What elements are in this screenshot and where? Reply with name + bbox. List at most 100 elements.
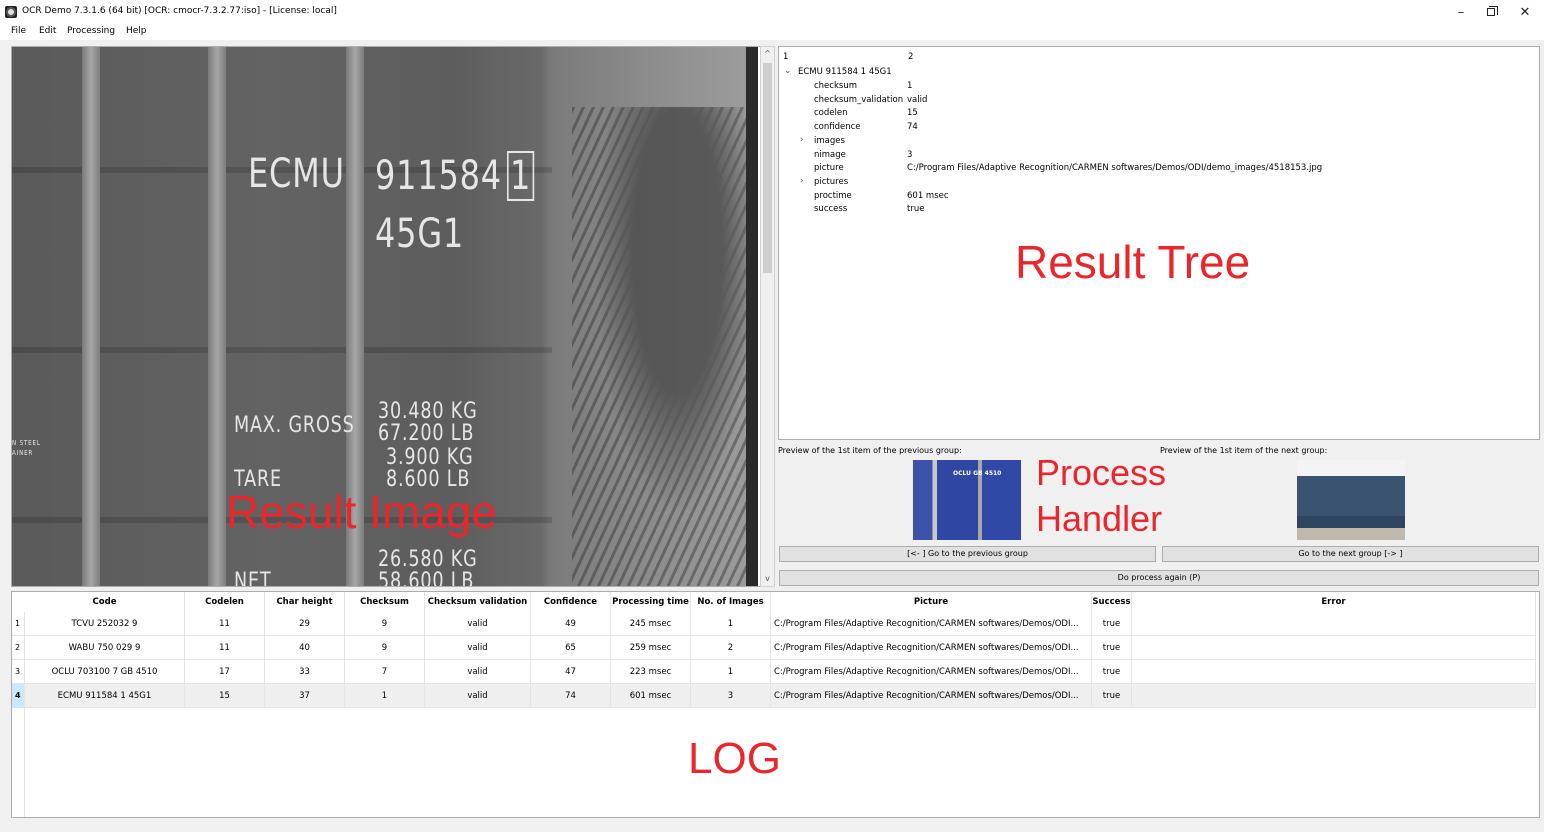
tree-root-node[interactable]: ⌄ ECMU 911584 1 45G1 bbox=[779, 66, 1539, 80]
table-row[interactable]: 3 OCLU 703100 7 GB 4510 17 33 7 valid 47 223 ms… bbox=[12, 660, 1536, 684]
tree-node-codelen[interactable]: codelen 15 bbox=[779, 108, 1539, 121]
column-header-success[interactable]: Success bbox=[1092, 592, 1132, 612]
tree-node-key: checksum bbox=[814, 81, 857, 91]
menu-edit[interactable]: Edit bbox=[39, 26, 56, 36]
row-number[interactable]: 3 bbox=[12, 660, 25, 684]
tree-node-value: valid bbox=[907, 94, 928, 105]
prev-group-thumbnail[interactable]: OCLU GB 4510 bbox=[913, 460, 1021, 540]
cell-processing-time: 223 msec bbox=[611, 660, 691, 684]
menu-processing[interactable]: Processing bbox=[67, 26, 115, 36]
tree-node-key: codelen bbox=[814, 108, 848, 119]
minimize-button[interactable]: – bbox=[1446, 2, 1476, 22]
column-header-confidence[interactable]: Confidence bbox=[531, 592, 611, 612]
cell-checksum-validation: valid bbox=[425, 684, 531, 708]
result-image-panel[interactable]: ECMU 911584 1 45G1 MAX. GROSS 30.480 KG 6… bbox=[11, 46, 775, 587]
tree-node-value: true bbox=[907, 204, 925, 215]
restore-button[interactable] bbox=[1476, 2, 1506, 22]
image-divider bbox=[746, 47, 758, 586]
log-table-header: Code Codelen Char height Checksum Checksum v… bbox=[12, 592, 1539, 612]
window-title: OCR Demo 7.3.1.6 (64 bit) [OCR: cmocr-7.… bbox=[22, 6, 337, 16]
expand-chevron-icon[interactable]: › bbox=[800, 135, 804, 145]
scroll-up-arrow[interactable]: ^ bbox=[761, 48, 774, 60]
menu-help[interactable]: Help bbox=[126, 26, 147, 36]
scroll-down-arrow[interactable]: v bbox=[761, 573, 774, 585]
tree-node-proctime[interactable]: proctime 601 msec bbox=[779, 191, 1539, 204]
tree-node-nimage[interactable]: nimage 3 bbox=[779, 150, 1539, 163]
result-tree-annotation: Result Tree bbox=[1015, 236, 1251, 288]
cell-no-of-images: 1 bbox=[691, 660, 771, 684]
title-bar: OCR Demo 7.3.1.6 (64 bit) [OCR: cmocr-7.… bbox=[0, 0, 1544, 24]
tree-node-images[interactable]: › images bbox=[779, 135, 1539, 149]
tree-node-value: 3 bbox=[907, 149, 913, 160]
tree-node-pictures[interactable]: › pictures bbox=[779, 176, 1539, 190]
cell-codelen: 15 bbox=[185, 684, 265, 708]
cell-picture: C:/Program Files/Adaptive Recognition/CA… bbox=[771, 636, 1092, 660]
image-scrollbar[interactable]: ^ v bbox=[760, 46, 775, 587]
next-group-button[interactable]: Go to the next group [-> ] bbox=[1162, 546, 1539, 562]
menu-file[interactable]: File bbox=[11, 26, 26, 36]
cell-error bbox=[1132, 636, 1536, 660]
column-header-error[interactable]: Error bbox=[1132, 592, 1536, 612]
column-header-picture[interactable]: Picture bbox=[771, 592, 1092, 612]
tree-node-key: picture bbox=[814, 163, 844, 174]
column-header-codelen[interactable]: Codelen bbox=[185, 592, 265, 612]
palm-tree bbox=[572, 107, 748, 586]
column-header-processing-time[interactable]: Processing time bbox=[611, 592, 691, 612]
table-row[interactable]: 2 WABU 750 029 9 11 40 9 valid 65 259 msec 2 C:/P… bbox=[12, 636, 1536, 660]
column-header-checksum[interactable]: Checksum bbox=[345, 592, 425, 612]
next-preview-label: Preview of the 1st item of the next grou… bbox=[1160, 446, 1328, 455]
cell-picture: C:/Program Files/Adaptive Recognition/CA… bbox=[771, 612, 1092, 636]
cell-no-of-images: 3 bbox=[691, 684, 771, 708]
cell-confidence: 47 bbox=[531, 660, 611, 684]
cell-checksum: 1 bbox=[345, 684, 425, 708]
cell-error bbox=[1132, 684, 1536, 708]
cell-code: ECMU 911584 1 45G1 bbox=[25, 684, 185, 708]
table-row[interactable]: 1 TCVU 252032 9 11 29 9 valid 49 245 msec 1 C:/Pr… bbox=[12, 612, 1536, 636]
close-button[interactable]: ✕ bbox=[1510, 2, 1540, 22]
row-number[interactable]: 1 bbox=[12, 612, 25, 636]
tree-node-checksum[interactable]: checksum 1 bbox=[779, 81, 1539, 94]
row-number[interactable]: 2 bbox=[12, 636, 25, 660]
tree-node-checksum-validation[interactable]: checksum_validation valid bbox=[779, 95, 1539, 108]
cell-char-height: 40 bbox=[265, 636, 345, 660]
restore-icon bbox=[1487, 6, 1498, 16]
cell-checksum-validation: valid bbox=[425, 660, 531, 684]
cell-no-of-images: 2 bbox=[691, 636, 771, 660]
log-table[interactable]: Code Codelen Char height Checksum Checksum v… bbox=[11, 591, 1540, 818]
tree-node-key: checksum_validation bbox=[814, 94, 904, 105]
table-row[interactable]: 4 ECMU 911584 1 45G1 15 37 1 valid 74 601 msec 3… bbox=[12, 684, 1536, 708]
cell-processing-time: 601 msec bbox=[611, 684, 691, 708]
next-group-thumbnail[interactable] bbox=[1297, 460, 1405, 540]
tree-node-confidence[interactable]: confidence 74 bbox=[779, 122, 1539, 135]
result-tree-panel[interactable]: 1 2 ⌄ ECMU 911584 1 45G1 checksum 1 checks… bbox=[778, 46, 1540, 440]
cell-confidence: 74 bbox=[531, 684, 611, 708]
column-header-checksum-validation[interactable]: Checksum validation bbox=[425, 592, 531, 612]
cell-codelen: 11 bbox=[185, 612, 265, 636]
expand-chevron-icon[interactable]: ⌄ bbox=[784, 66, 792, 76]
tree-node-success[interactable]: success true bbox=[779, 204, 1539, 217]
handler-annotation: Handler bbox=[1036, 498, 1163, 539]
tree-node-picture[interactable]: picture C:/Program Files/Adaptive Recogni… bbox=[779, 163, 1539, 176]
steel-text: N STEEL bbox=[12, 439, 41, 447]
tree-node-key: proctime bbox=[814, 190, 852, 201]
row-number[interactable]: 4 bbox=[12, 684, 25, 708]
cell-confidence: 49 bbox=[531, 612, 611, 636]
scroll-thumb[interactable] bbox=[763, 63, 772, 273]
tree-header: 1 2 bbox=[783, 52, 914, 62]
cell-char-height: 33 bbox=[265, 660, 345, 684]
tree-node-key: success bbox=[814, 204, 848, 215]
process-again-button[interactable]: Do process again (P) bbox=[779, 570, 1539, 586]
cell-codelen: 17 bbox=[185, 660, 265, 684]
previous-group-button[interactable]: [<- ] Go to the previous group bbox=[779, 546, 1156, 562]
tree-node-key: pictures bbox=[814, 176, 849, 187]
cell-code: TCVU 252032 9 bbox=[25, 612, 185, 636]
cell-checksum: 9 bbox=[345, 636, 425, 660]
column-header-code[interactable]: Code bbox=[25, 592, 185, 612]
column-header-char-height[interactable]: Char height bbox=[265, 592, 345, 612]
tree-node-key: nimage bbox=[814, 149, 846, 160]
tree-node-key: images bbox=[814, 135, 845, 146]
expand-chevron-icon[interactable]: › bbox=[800, 176, 804, 186]
tree-node-value: 15 bbox=[907, 108, 918, 119]
column-header-no-of-images[interactable]: No. of Images bbox=[691, 592, 771, 612]
tree-node-value: C:/Program Files/Adaptive Recognition/CA… bbox=[907, 163, 1323, 174]
